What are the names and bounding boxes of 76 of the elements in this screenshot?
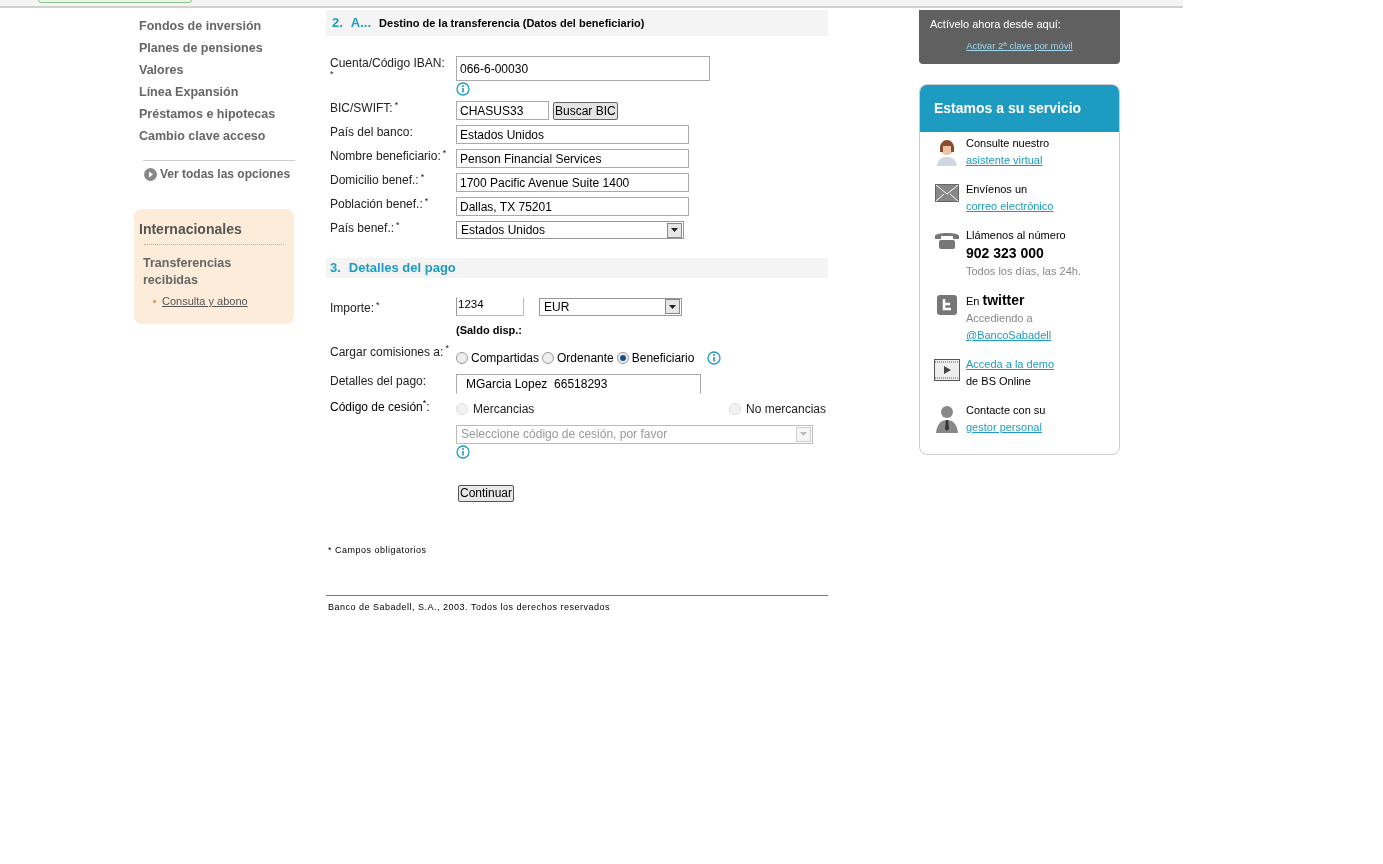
play-circle-icon — [144, 167, 157, 181]
input-field[interactable]: Penson Financial Services — [456, 149, 689, 168]
section-step: A... — [350, 13, 372, 33]
person-icon — [934, 405, 959, 433]
field-label: Población benef.: $^{*}$ — [330, 197, 430, 213]
service-note: Accediendo a — [966, 311, 1034, 326]
radio-button[interactable] — [456, 351, 468, 364]
radio-label: Mercancias — [473, 400, 535, 418]
input-field[interactable]: 1700 Pacific Avenue Suite 1400 — [456, 173, 689, 192]
envelope-icon — [934, 184, 959, 202]
nav-link[interactable]: Cambio clave acceso — [139, 128, 294, 144]
input-field[interactable]: CHASUS33 — [456, 101, 549, 120]
info-icon[interactable] — [707, 350, 722, 365]
input-field[interactable]: 066-6-00030 — [456, 56, 710, 81]
nav-link[interactable]: Préstamos e hipotecas — [139, 106, 294, 122]
service-link[interactable]: gestor personal — [966, 419, 1046, 436]
nav-link[interactable]: Valores — [139, 62, 294, 78]
field-label: Cuenta/Código IBAN: * — [330, 56, 446, 81]
country-select[interactable]: Estados Unidos — [456, 221, 684, 239]
section-title: Detalles del pago — [348, 259, 456, 278]
radio-button[interactable] — [542, 351, 555, 364]
service-text: Envíenos un — [966, 182, 1029, 197]
radio-label: No mercancias — [745, 400, 826, 418]
service-text: Consulte nuestro — [966, 136, 1050, 151]
section-title: Destino de la transferencia (Datos del beneficiario) — [379, 15, 645, 31]
field-label: País benef.: $^{*}$ — [330, 221, 401, 237]
radio-label: Beneficiario — [631, 349, 695, 367]
input-field[interactable]: MGarcia Lopez 66518293 — [456, 373, 701, 394]
field-label: Detalles del pago: — [330, 373, 428, 390]
amount-field[interactable]: 1234 — [456, 297, 524, 316]
film-play-icon — [933, 359, 960, 381]
input-field[interactable]: Dallas, TX 75201 — [456, 197, 689, 216]
service-link[interactable]: asistente virtual — [966, 152, 1050, 169]
panel-title: Internacionales — [139, 220, 243, 239]
telephone-icon — [933, 230, 960, 250]
service-note: Todos los días, las 24h. — [966, 264, 1081, 279]
card-header: Estamos a su servicio — [920, 85, 1119, 132]
field-label: País del banco: — [330, 125, 414, 141]
copyright-text: Banco de Sabadell, S.A., 2003. Todos los derechos reservados — [327, 601, 611, 614]
field-label: Cargar comisiones a: $^{*}$ — [330, 344, 450, 361]
info-icon[interactable] — [456, 82, 470, 96]
service-link[interactable]: Acceda a la demo — [966, 356, 1055, 373]
radio-label: Compartidas — [471, 349, 540, 367]
bullet-icon — [153, 299, 156, 303]
balance-text: (Saldo disp.: — [456, 323, 523, 338]
nav-link[interactable]: Fondos de inversión — [139, 18, 294, 34]
field-label: Código de cesión$^{*}$: — [330, 399, 431, 416]
service-text: En twitter — [966, 292, 1026, 310]
section-number: 2. — [332, 14, 343, 33]
field-label: Domicilio benef.: $^{*}$ — [330, 173, 426, 189]
service-text: Llámenos al número — [966, 228, 1067, 243]
panel-link[interactable]: Consulta y abono — [162, 293, 248, 310]
service-text: Contacte con su — [966, 403, 1046, 418]
twitter-icon — [936, 295, 957, 315]
search-bic-button[interactable]: Buscar BIC — [553, 101, 618, 120]
service-link[interactable]: @BancoSabadell — [966, 327, 1052, 344]
nav-link[interactable]: Planes de pensiones — [139, 40, 294, 56]
service-text: de BS Online — [966, 374, 1032, 389]
field-label: Importe: $^{*}$ — [330, 301, 381, 315]
promo-text: Actívelo ahora desde aquí: — [930, 17, 1062, 32]
field-label: BIC/SWIFT: $^{*}$ — [330, 101, 400, 117]
radio-label: Ordenante — [557, 349, 614, 367]
service-link[interactable]: correo electrónico — [966, 198, 1054, 215]
input-field[interactable]: Estados Unidos — [456, 125, 689, 144]
nav-link[interactable]: Línea Expansión — [139, 84, 294, 100]
continue-button[interactable]: Continuar — [458, 484, 515, 502]
field-label: Nombre beneficiario: $^{*}$ — [330, 149, 448, 165]
activate-link[interactable]: Activar 2ª clave por móvil — [966, 38, 1073, 53]
all-options-link[interactable]: Ver todas las opciones — [160, 165, 291, 183]
phone-number: 902 323 000 — [966, 244, 1045, 263]
panel-subtitle: Transferencias recibidas — [142, 255, 233, 289]
section-number: 3. — [330, 259, 341, 278]
required-note: * Campos obligatorios — [327, 543, 428, 557]
info-icon[interactable] — [456, 444, 470, 459]
currency-select[interactable]: EUR — [539, 297, 682, 316]
radio-button[interactable] — [616, 351, 629, 364]
